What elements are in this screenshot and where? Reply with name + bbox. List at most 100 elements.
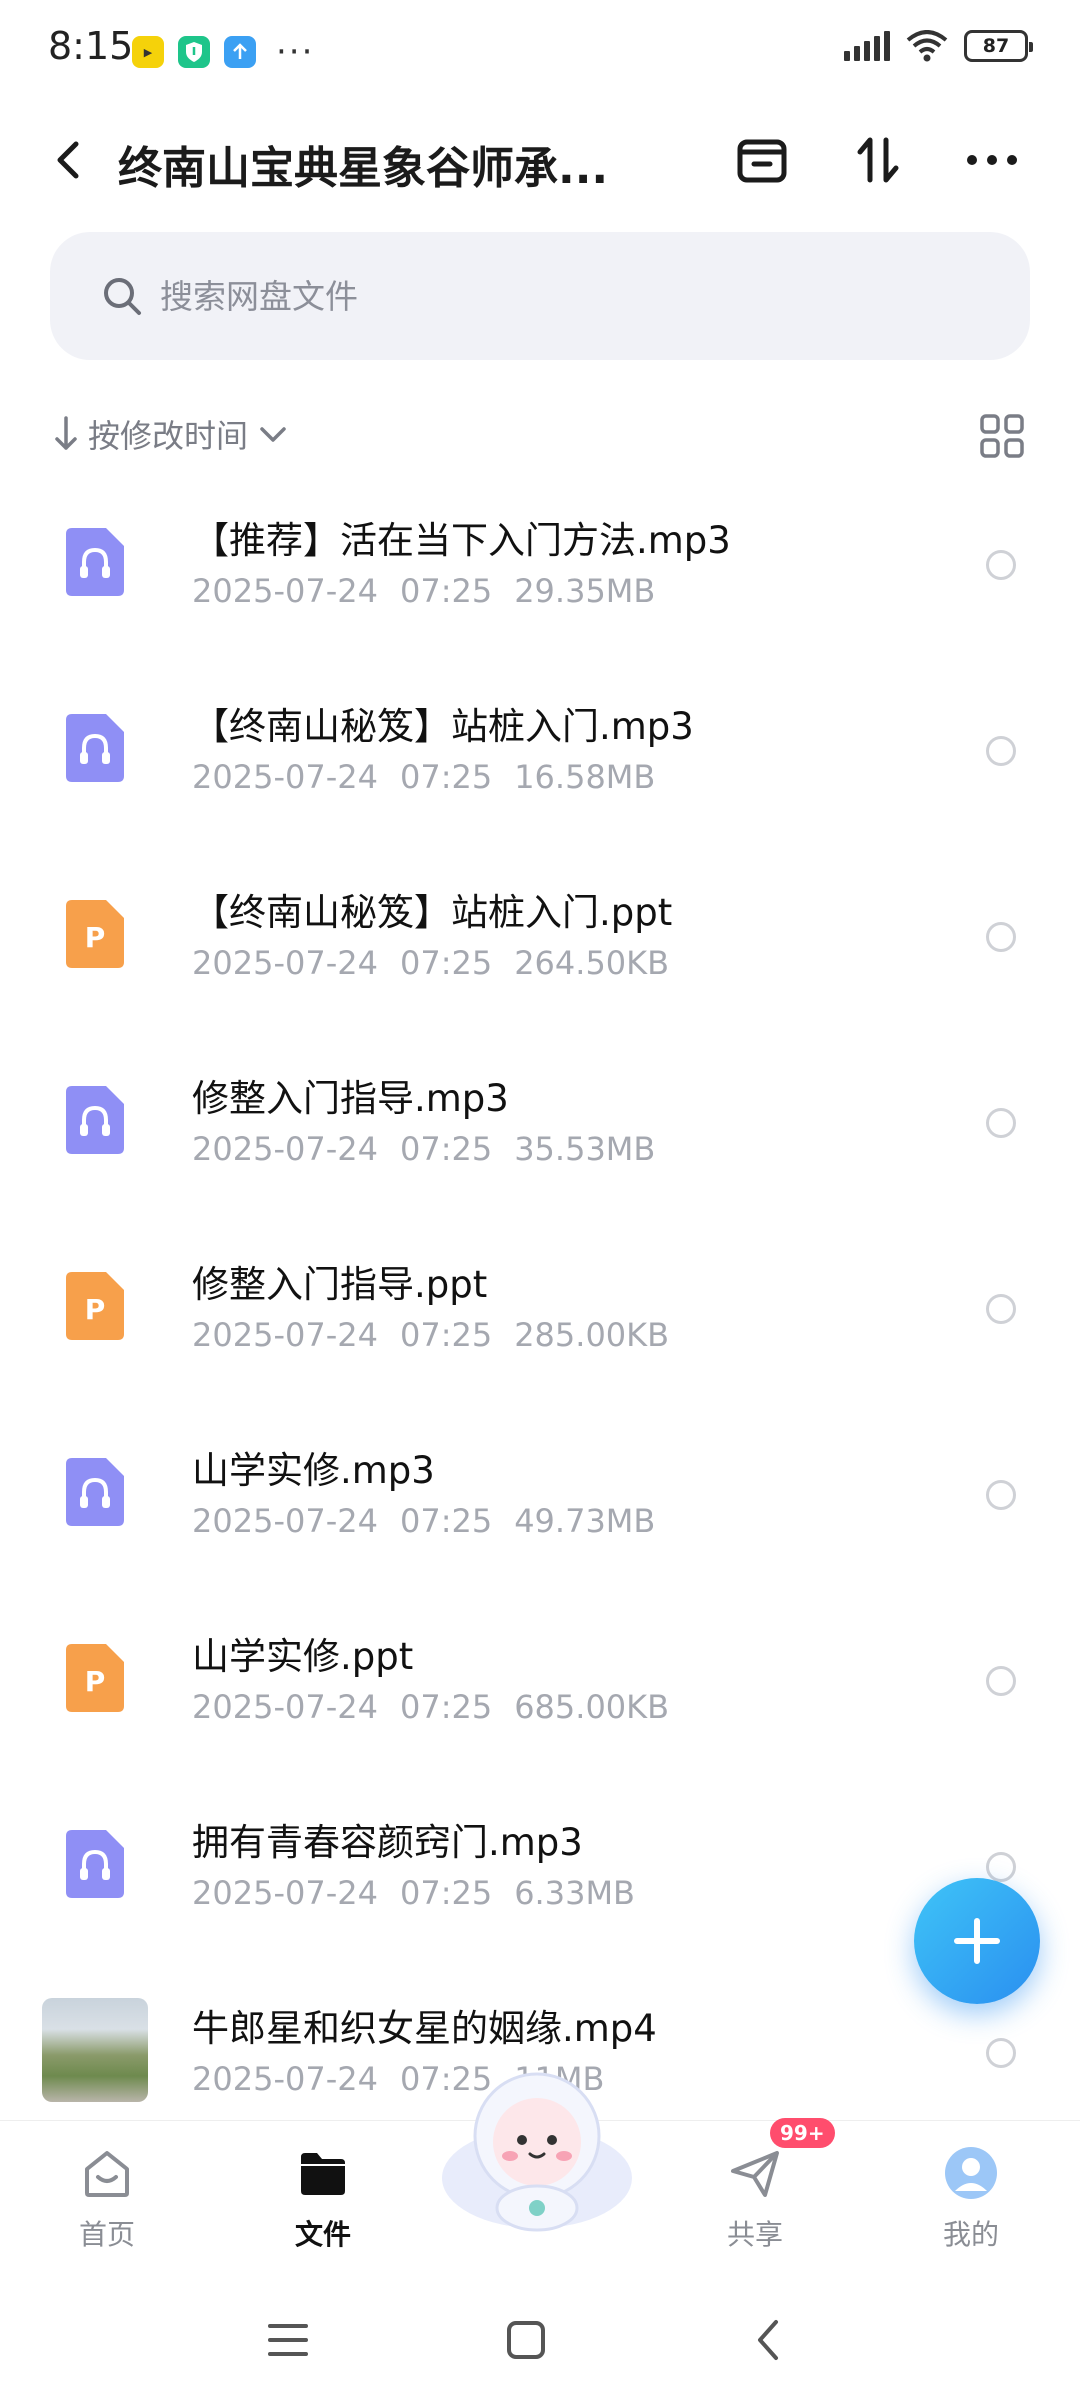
select-radio[interactable] (986, 1480, 1016, 1510)
file-size: 16.58MB (514, 758, 656, 796)
wifi-icon (906, 30, 948, 62)
file-size: 264.50KB (514, 944, 670, 982)
file-time: 07:25 (399, 572, 493, 610)
ppt-file-icon: P (66, 1272, 124, 1340)
select-radio[interactable] (986, 922, 1016, 952)
select-radio[interactable] (986, 736, 1016, 766)
file-row[interactable]: P 【终南山秘笈】站桩入门.ppt 2025-07-24 07:25 264.50K… (0, 862, 1080, 1048)
audio-file-icon (66, 1830, 124, 1898)
shield-app-icon (178, 36, 210, 68)
audio-file-icon (66, 714, 124, 782)
file-meta: 2025-07-24 07:25 49.73MB (192, 1502, 677, 1540)
file-time: 07:25 (399, 944, 493, 982)
file-time: 07:25 (399, 1316, 493, 1354)
select-radio[interactable] (986, 1666, 1016, 1696)
file-size: 49.73MB (514, 1502, 656, 1540)
file-row[interactable]: 山学实修.mp3 2025-07-24 07:25 49.73MB (0, 1420, 1080, 1606)
status-time: 8:15 (48, 24, 134, 68)
nav-home[interactable]: 首页 (32, 2135, 182, 2255)
share-badge: 99+ (770, 2118, 835, 2148)
archive-box-icon[interactable] (730, 128, 794, 192)
nav-mine[interactable]: 我的 (896, 2135, 1046, 2255)
file-row[interactable]: 【推荐】活在当下入门方法.mp3 2025-07-24 07:25 29.35MB (0, 490, 1080, 676)
file-date: 2025-07-24 (192, 1874, 378, 1912)
video-thumbnail (42, 1998, 148, 2102)
sort-label: 按修改时间 (88, 417, 249, 455)
audio-file-icon (66, 1086, 124, 1154)
file-date: 2025-07-24 (192, 572, 378, 610)
ppt-letter: P (85, 921, 106, 954)
file-size: 285.00KB (514, 1316, 670, 1354)
file-size: 35.53MB (514, 1130, 656, 1168)
file-date: 2025-07-24 (192, 2060, 378, 2098)
arrow-down-icon (55, 416, 77, 450)
status-more-indicator: ··· (276, 32, 315, 72)
file-name: 【终南山秘笈】站桩入门.mp3 (192, 705, 694, 748)
nav-files-label: 文件 (294, 2218, 351, 2251)
file-time: 07:25 (399, 758, 493, 796)
file-date: 2025-07-24 (192, 944, 378, 982)
file-row[interactable]: P 修整入门指导.ppt 2025-07-24 07:25 285.00KB (0, 1234, 1080, 1420)
grid-view-icon[interactable] (978, 412, 1026, 460)
ppt-letter: P (85, 1293, 106, 1326)
nav-share[interactable]: 共享 (680, 2135, 830, 2255)
file-row[interactable]: 【终南山秘笈】站桩入门.mp3 2025-07-24 07:25 16.58MB (0, 676, 1080, 862)
file-size: 685.00KB (514, 1688, 670, 1726)
status-app-icons: ▶ ··· (132, 32, 314, 72)
nav-files[interactable]: 文件 (248, 2135, 398, 2255)
audio-file-icon (66, 1458, 124, 1526)
avatar-icon (945, 2147, 997, 2199)
menu-icon[interactable] (258, 2310, 318, 2370)
select-radio[interactable] (986, 1294, 1016, 1324)
file-date: 2025-07-24 (192, 1130, 378, 1168)
select-radio[interactable] (986, 1852, 1016, 1882)
file-meta: 2025-07-24 07:25 264.50KB (192, 944, 691, 982)
back-arrow-icon[interactable] (40, 130, 96, 190)
add-button[interactable] (914, 1878, 1040, 2004)
header: 终南山宝典星象谷师承... (0, 110, 1080, 210)
file-meta: 2025-07-24 07:25 6.33MB (192, 1874, 657, 1912)
select-radio[interactable] (986, 1108, 1016, 1138)
sort-control[interactable]: 按修改时间 (52, 404, 290, 464)
select-radio[interactable] (986, 550, 1016, 580)
system-nav-bar (0, 2280, 1080, 2400)
audio-file-icon (66, 528, 124, 596)
file-name: 山学实修.mp3 (192, 1449, 435, 1492)
file-name: 拥有青春容颜窍门.mp3 (192, 1821, 583, 1864)
file-time: 07:25 (399, 1688, 493, 1726)
bilibili-app-icon: ▶ (132, 36, 164, 68)
ppt-file-icon: P (66, 900, 124, 968)
ppt-file-icon: P (66, 1644, 124, 1712)
folder-icon (301, 2153, 345, 2195)
file-date: 2025-07-24 (192, 758, 378, 796)
file-size: 6.33MB (514, 1874, 635, 1912)
battery-indicator: 87 (964, 30, 1033, 62)
file-size: 29.35MB (514, 572, 656, 610)
page-title: 终南山宝典星象谷师承... (118, 143, 609, 194)
home-square-icon[interactable] (496, 2310, 556, 2370)
select-radio[interactable] (986, 2038, 1016, 2068)
paper-plane-icon (731, 2151, 779, 2197)
status-right: 87 (844, 30, 1033, 62)
home-icon (85, 2151, 129, 2197)
upload-app-icon (224, 36, 256, 68)
search-bar[interactable] (50, 232, 1030, 360)
file-row[interactable]: P 山学实修.ppt 2025-07-24 07:25 685.00KB (0, 1606, 1080, 1792)
file-name: 修整入门指导.ppt (192, 1263, 488, 1306)
chevron-down-icon (260, 427, 286, 442)
file-name: 【终南山秘笈】站桩入门.ppt (192, 891, 673, 934)
nav-mine-label: 我的 (942, 2218, 999, 2251)
file-time: 07:25 (399, 1874, 493, 1912)
file-date: 2025-07-24 (192, 1502, 378, 1540)
astronaut-mascot-icon[interactable] (432, 2058, 642, 2238)
back-chevron-icon[interactable] (740, 2310, 800, 2370)
nav-share-label: 共享 (726, 2218, 783, 2251)
file-list: 【推荐】活在当下入门方法.mp3 2025-07-24 07:25 29.35MB … (0, 490, 1080, 2164)
search-input[interactable] (160, 264, 960, 328)
sort-arrows-icon[interactable] (846, 128, 910, 192)
file-date: 2025-07-24 (192, 1316, 378, 1354)
file-row[interactable]: 修整入门指导.mp3 2025-07-24 07:25 35.53MB (0, 1048, 1080, 1234)
more-dots-icon[interactable] (960, 128, 1024, 192)
file-name: 修整入门指导.mp3 (192, 1077, 509, 1120)
file-date: 2025-07-24 (192, 1688, 378, 1726)
